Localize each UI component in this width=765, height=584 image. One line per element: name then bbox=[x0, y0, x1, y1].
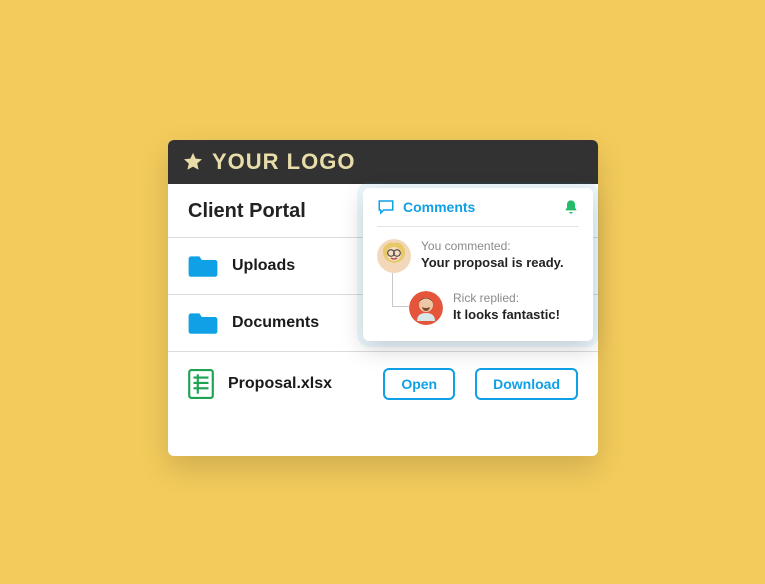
open-button[interactable]: Open bbox=[383, 368, 455, 400]
spacer bbox=[168, 416, 598, 456]
comments-popover: Comments You commented: Your proposal is… bbox=[363, 188, 593, 341]
comment-icon bbox=[377, 198, 395, 216]
star-icon bbox=[182, 151, 204, 173]
bell-icon[interactable] bbox=[563, 199, 579, 215]
download-button[interactable]: Download bbox=[475, 368, 578, 400]
comment-meta: Rick replied: bbox=[453, 291, 560, 307]
portal-window: YOUR LOGO Client Portal Uploads Document… bbox=[168, 140, 598, 456]
comment-text: It looks fantastic! bbox=[453, 307, 560, 324]
spreadsheet-icon bbox=[188, 369, 214, 399]
titlebar: YOUR LOGO bbox=[168, 140, 598, 184]
avatar bbox=[409, 291, 443, 325]
comment-reply-item: Rick replied: It looks fantastic! bbox=[409, 291, 579, 325]
row-file: Proposal.xlsx Open Download bbox=[168, 351, 598, 416]
folder-icon bbox=[188, 311, 218, 335]
logo-text: YOUR LOGO bbox=[212, 149, 355, 175]
thread-line bbox=[392, 273, 409, 307]
popover-title: Comments bbox=[403, 199, 555, 215]
folder-icon bbox=[188, 254, 218, 278]
comment-meta: You commented: bbox=[421, 239, 564, 255]
comment-text: Your proposal is ready. bbox=[421, 255, 564, 272]
file-name: Proposal.xlsx bbox=[228, 375, 369, 393]
popover-header: Comments bbox=[377, 198, 579, 227]
comment-item: You commented: Your proposal is ready. bbox=[377, 239, 579, 273]
avatar bbox=[377, 239, 411, 273]
